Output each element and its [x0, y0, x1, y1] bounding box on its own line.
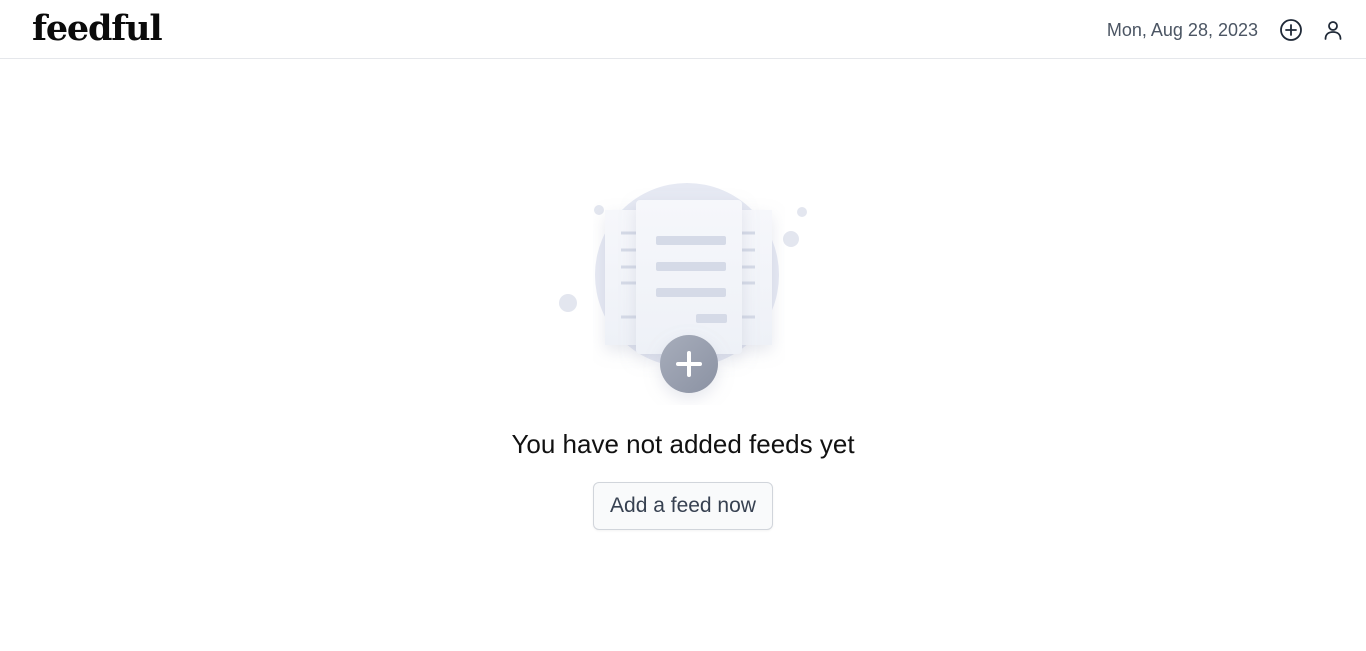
add-feed-header-button[interactable] — [1278, 17, 1304, 43]
user-icon — [1324, 21, 1342, 40]
add-feed-button[interactable]: Add a feed now — [593, 482, 773, 530]
current-date: Mon, Aug 28, 2023 — [1106, 20, 1258, 40]
empty-feed-illustration — [550, 170, 820, 405]
top-bar: feedful Mon, Aug 28, 2023 — [0, 0, 1366, 59]
empty-state-message: You have not added feeds yet — [511, 429, 855, 459]
app-logo[interactable]: feedful — [32, 8, 163, 50]
add-circle-icon — [1280, 19, 1302, 41]
account-button[interactable] — [1320, 17, 1346, 43]
